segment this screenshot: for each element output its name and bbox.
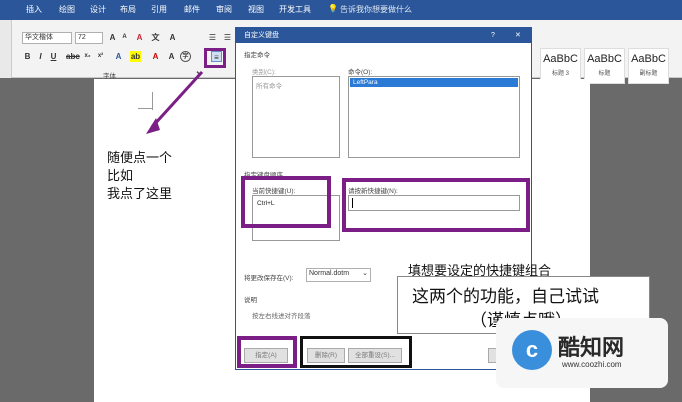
save-in-dropdown[interactable]: Normal.dotm ⌄ bbox=[306, 268, 371, 282]
categories-item[interactable]: 所有命令 bbox=[253, 77, 339, 93]
close-icon[interactable]: ✕ bbox=[515, 28, 521, 43]
watermark-url: www.coozhi.com bbox=[562, 360, 622, 369]
specify-command-label: 指定命令 bbox=[244, 52, 270, 59]
chevron-down-icon: ⌄ bbox=[362, 270, 368, 277]
note-line-2: 比如 bbox=[107, 169, 134, 184]
categories-list[interactable]: 所有命令 bbox=[252, 76, 340, 158]
assign-highlight-frame bbox=[237, 336, 297, 368]
description-text: 按左右线进对齐段落 bbox=[252, 313, 311, 320]
watermark-brand: 酷知网 bbox=[558, 336, 625, 361]
categories-label: 类别(C): bbox=[252, 69, 276, 76]
dialog-titlebar: 自定义键盘 ? ✕ bbox=[236, 28, 531, 43]
arrow-to-align-button bbox=[150, 70, 204, 129]
save-in-value: Normal.dotm bbox=[309, 270, 350, 277]
commands-selected-item[interactable]: LeftPara bbox=[350, 78, 518, 87]
dialog-title: 自定义键盘 bbox=[244, 32, 279, 39]
watermark: c 酷知网 www.coozhi.com bbox=[496, 318, 668, 388]
save-in-label: 将更改保存在(V): bbox=[244, 275, 294, 282]
commands-list[interactable]: LeftPara bbox=[348, 76, 520, 158]
commands-label: 命令(O): bbox=[348, 69, 373, 76]
buttons-highlight-frame bbox=[300, 336, 412, 368]
current-keys-highlight-frame bbox=[241, 176, 331, 228]
coozhi-logo-icon: c bbox=[512, 330, 552, 370]
description-label: 说明 bbox=[244, 297, 257, 304]
annotation-box-line-1: 这两个的功能，自己试试 bbox=[412, 287, 599, 307]
new-key-highlight-frame bbox=[342, 178, 530, 232]
note-line-1: 随便点一个 bbox=[107, 151, 173, 166]
help-icon[interactable]: ? bbox=[491, 28, 495, 43]
note-line-3: 我点了这里 bbox=[107, 187, 173, 202]
